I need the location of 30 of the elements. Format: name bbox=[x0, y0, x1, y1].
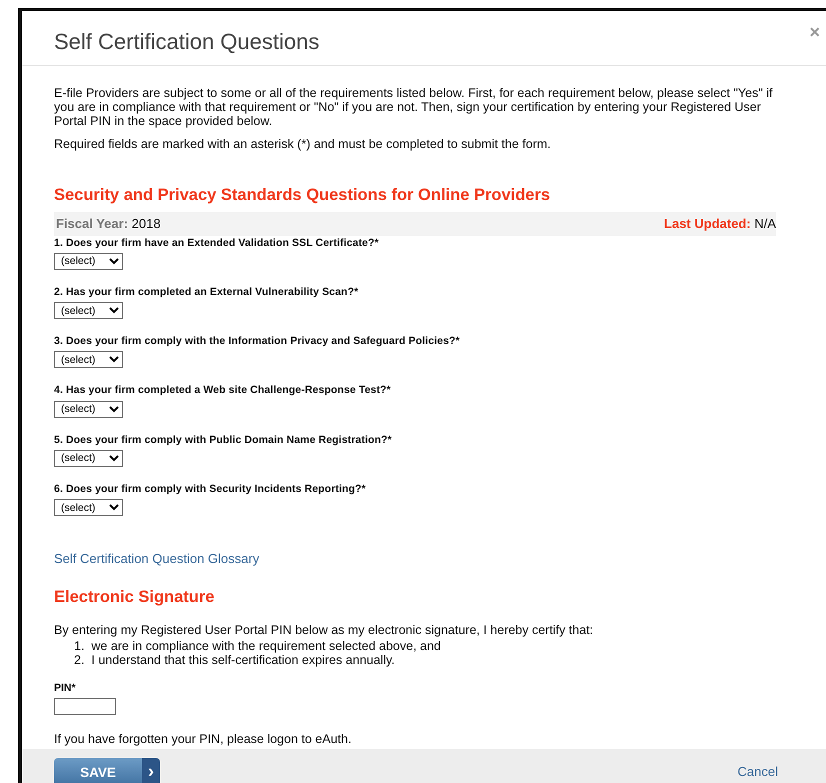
question-label: 1. Does your firm have an Extended Validation SSL Certificate?* bbox=[54, 236, 380, 251]
section-heading: Electronic Signature bbox=[54, 586, 216, 608]
pin-field[interactable] bbox=[54, 698, 116, 716]
last-updated-label: Last Updated: bbox=[664, 216, 751, 232]
answer-dropdown[interactable]: (select) bbox=[54, 302, 123, 320]
answer-dropdown[interactable]: (select) bbox=[54, 450, 123, 467]
certification-item: 2. I understand that this self-certification expires annually. bbox=[74, 653, 396, 668]
question-label: 5. Does your firm comply with Public Domain Name Registration?* bbox=[54, 432, 393, 448]
fiscal-year-label: Fiscal Year: bbox=[56, 216, 128, 232]
cancel-link[interactable]: Cancel bbox=[738, 762, 778, 782]
certification-item: 1. we are in compliance with the requirement selected above, and bbox=[74, 639, 442, 654]
save-button[interactable]: SAVE › bbox=[54, 758, 160, 783]
last-updated-value: N/A bbox=[754, 216, 776, 232]
pin-label: PIN* bbox=[54, 681, 77, 696]
question-label: 3. Does your firm comply with the Information Privacy and Safeguard Policies?* bbox=[54, 334, 461, 350]
question-label: 4. Has your firm completed a Web site Challenge-Response Test?* bbox=[54, 383, 392, 398]
question-label: 2. Has your firm completed an External Vulnerability Scan?* bbox=[54, 284, 360, 300]
dialog-title: Self Certification Questions bbox=[54, 29, 320, 56]
question-label: 6. Does your firm comply with Security Incidents Reporting?* bbox=[54, 482, 367, 497]
fiscal-year-value: 2018 bbox=[132, 216, 161, 232]
answer-dropdown[interactable]: (select) bbox=[54, 351, 123, 368]
help-text: If you have forgotten your PIN, please logon to eAuth. bbox=[54, 730, 352, 748]
instruction-text: Required fields are marked with an asterisk (*) and must be completed to submit the form. bbox=[54, 137, 552, 152]
section-heading: Security and Privacy Standards Questions for Online Providers bbox=[54, 185, 552, 206]
instruction-text: E-file Providers are subject to some or all of the requirements listed below. First, for each requirement below, please select "Yes" if you are in compliance with that requirement or "No" if you are not. Then, sign your certification by entering your Registered User Portal PIN in the space provided below. bbox=[54, 86, 774, 128]
certification-text: By entering my Registered User Portal PIN below as my electronic signature, I hereby certify that: bbox=[54, 622, 594, 639]
answer-dropdown[interactable]: (select) bbox=[54, 252, 123, 270]
answer-dropdown[interactable]: (select) bbox=[54, 499, 123, 516]
answer-dropdown[interactable]: (select) bbox=[54, 400, 123, 418]
glossary-link[interactable]: Self Certification Question Glossary bbox=[54, 549, 260, 569]
